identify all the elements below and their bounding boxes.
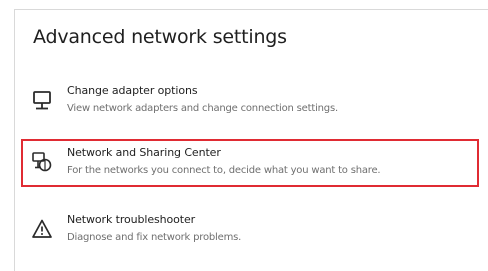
network-and-sharing-center-title: Network and Sharing Center: [67, 146, 221, 159]
network-troubleshooter-description: Diagnose and fix network problems.: [67, 232, 242, 243]
change-adapter-options-title: Change adapter options: [67, 84, 198, 97]
sharing-center-icon: [31, 151, 53, 173]
settings-panel: Advanced network settings Change adapter…: [14, 9, 488, 271]
network-troubleshooter-title: Network troubleshooter: [67, 213, 196, 226]
change-adapter-options-description: View network adapters and change connect…: [67, 103, 338, 114]
network-and-sharing-center-link[interactable]: Network and Sharing Center For the netwo…: [21, 139, 479, 187]
change-adapter-options-link[interactable]: Change adapter options View network adap…: [21, 77, 479, 125]
network-troubleshooter-link[interactable]: Network troubleshooter Diagnose and fix …: [21, 206, 479, 254]
page-title: Advanced network settings: [33, 26, 287, 48]
network-and-sharing-center-description: For the networks you connect to, decide …: [67, 165, 381, 176]
monitor-network-icon: [31, 89, 53, 111]
warning-triangle-icon: [31, 218, 53, 240]
